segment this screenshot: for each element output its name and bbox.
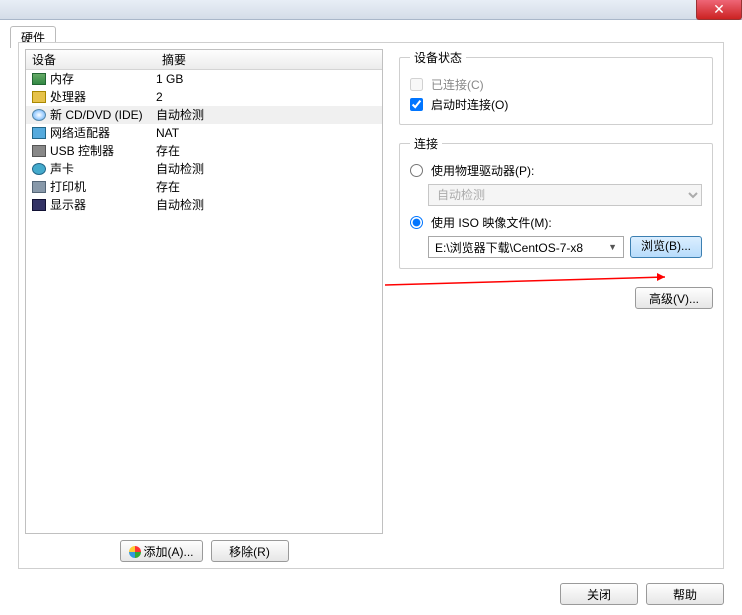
device-row[interactable]: 网络适配器 NAT — [26, 124, 382, 142]
device-name: 声卡 — [50, 160, 74, 178]
device-summary: 自动检测 — [156, 160, 382, 178]
device-summary: 自动检测 — [156, 196, 382, 214]
device-name: USB 控制器 — [50, 142, 114, 160]
device-icon — [32, 73, 46, 85]
device-summary: NAT — [156, 124, 382, 142]
device-list[interactable]: 设备 摘要 内存1 GB处理器2新 CD/DVD (IDE)自动检测网络适配器N… — [25, 49, 383, 534]
physical-drive-radio[interactable] — [410, 164, 423, 177]
iso-path-text: E:\浏览器下载\CentOS-7-x8 — [435, 239, 583, 256]
device-icon — [32, 145, 46, 157]
device-icon — [32, 127, 46, 139]
connect-on-start-label: 启动时连接(O) — [431, 96, 508, 113]
physical-drive-label: 使用物理驱动器(P): — [431, 162, 534, 179]
device-icon — [32, 199, 46, 211]
iso-path-combo[interactable]: E:\浏览器下载\CentOS-7-x8 ▼ — [428, 236, 624, 258]
device-list-header: 设备 摘要 — [26, 50, 382, 70]
remove-button[interactable]: 移除(R) — [211, 540, 289, 562]
connect-on-start-checkbox[interactable] — [410, 98, 423, 111]
device-icon — [32, 181, 46, 193]
device-status-group: 设备状态 已连接(C) 启动时连接(O) — [399, 49, 713, 125]
device-icon — [32, 91, 46, 103]
device-icon — [32, 109, 46, 121]
connected-checkbox — [410, 78, 423, 91]
connection-legend: 连接 — [410, 135, 442, 152]
advanced-button[interactable]: 高级(V)... — [635, 287, 713, 309]
device-name: 内存 — [50, 70, 74, 88]
device-icon — [32, 163, 46, 175]
device-row[interactable]: 处理器 2 — [26, 88, 382, 106]
device-summary: 自动检测 — [156, 106, 382, 124]
col-device: 设备 — [26, 50, 156, 69]
device-row[interactable]: 新 CD/DVD (IDE) 自动检测 — [26, 106, 382, 124]
device-summary: 存在 — [156, 178, 382, 196]
device-name: 新 CD/DVD (IDE) — [50, 106, 143, 124]
chevron-down-icon: ▼ — [608, 242, 617, 252]
help-button[interactable]: 帮助 — [646, 583, 724, 605]
window-titlebar: ✕ — [0, 0, 742, 20]
device-name: 处理器 — [50, 88, 86, 106]
device-name: 网络适配器 — [50, 124, 110, 142]
device-row[interactable]: 声卡 自动检测 — [26, 160, 382, 178]
close-window-button[interactable]: ✕ — [696, 0, 742, 20]
col-summary: 摘要 — [156, 50, 382, 69]
device-summary: 1 GB — [156, 70, 382, 88]
device-row[interactable]: USB 控制器 存在 — [26, 142, 382, 160]
device-row[interactable]: 内存 1 GB — [26, 70, 382, 88]
device-row[interactable]: 显示器 自动检测 — [26, 196, 382, 214]
close-button[interactable]: 关闭 — [560, 583, 638, 605]
add-button[interactable]: 添加(A)... — [120, 540, 203, 562]
device-summary: 2 — [156, 88, 382, 106]
iso-file-radio[interactable] — [410, 216, 423, 229]
device-summary: 存在 — [156, 142, 382, 160]
device-name: 显示器 — [50, 196, 86, 214]
device-status-legend: 设备状态 — [410, 49, 466, 66]
browse-button[interactable]: 浏览(B)... — [630, 236, 702, 258]
physical-drive-select: 自动检测 — [428, 184, 702, 206]
connected-label: 已连接(C) — [431, 76, 484, 93]
iso-file-label: 使用 ISO 映像文件(M): — [431, 214, 552, 231]
shield-icon — [129, 546, 141, 558]
connection-group: 连接 使用物理驱动器(P): 自动检测 使用 ISO 映像文件(M): E: — [399, 135, 713, 269]
device-row[interactable]: 打印机 存在 — [26, 178, 382, 196]
device-name: 打印机 — [50, 178, 86, 196]
